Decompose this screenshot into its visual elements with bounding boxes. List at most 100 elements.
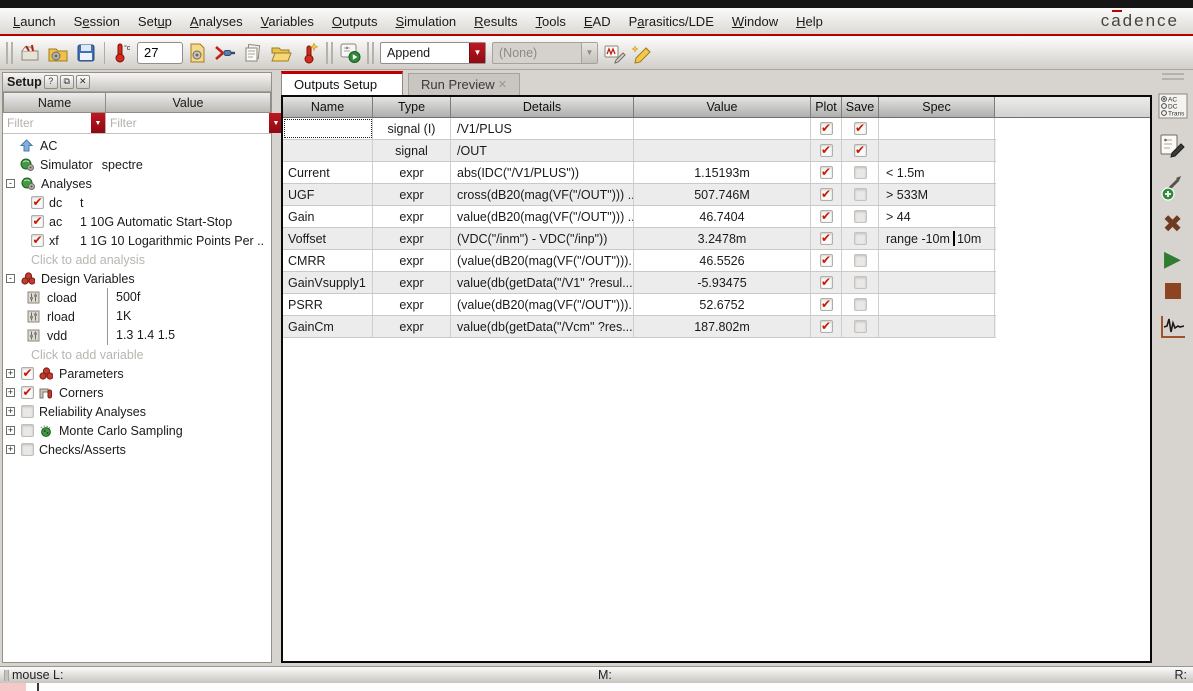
cell-value[interactable] — [634, 140, 811, 161]
name-filter-input[interactable] — [3, 113, 91, 133]
expander-plus-icon[interactable]: + — [6, 388, 15, 397]
save-checkbox[interactable] — [853, 188, 867, 201]
waveform-setup-icon[interactable] — [602, 40, 628, 66]
plot-checkbox[interactable] — [819, 232, 833, 245]
help-button[interactable]: ? — [43, 75, 58, 89]
output-row-current[interactable]: Currentexprabs(IDC("/V1/PLUS"))1.15193m <… — [283, 162, 996, 184]
cell-type[interactable]: signal — [373, 140, 451, 161]
cell-save[interactable] — [842, 294, 879, 315]
plot-outputs-icon[interactable] — [1158, 313, 1188, 341]
cell-name[interactable]: Gain — [283, 206, 373, 227]
cell-plot[interactable] — [811, 140, 842, 161]
expander-plus-icon[interactable]: + — [6, 445, 15, 454]
cell-save[interactable] — [842, 250, 879, 271]
plot-checkbox[interactable] — [819, 298, 833, 311]
cell-value[interactable]: 46.7404 — [634, 206, 811, 227]
tree-item-design-variables[interactable]: - Design Variables — [3, 269, 271, 288]
tree-item-click-to-add-analysis[interactable]: Click to add analysis — [3, 250, 271, 269]
cell-name[interactable] — [283, 140, 373, 161]
tree-checkbox[interactable] — [21, 443, 34, 456]
cell-plot[interactable] — [811, 316, 842, 337]
column-header-spec[interactable]: Spec — [879, 97, 995, 118]
setup-panel-titlebar[interactable]: Setup ? ⧉ ✕ — [3, 73, 271, 92]
tree-item-checks-asserts[interactable]: + Checks/Asserts — [3, 440, 271, 459]
menu-session[interactable]: Session — [65, 11, 129, 32]
edit-expression-icon[interactable] — [630, 40, 656, 66]
delete-icon[interactable]: ✖ — [1162, 213, 1182, 237]
cell-spec[interactable] — [879, 316, 995, 337]
output-row-gain[interactable]: Gain expr value(dB20(mag(VF("/OUT"))) ... 4… — [283, 206, 996, 228]
filter-dropdown-icon[interactable]: ▼ — [91, 113, 105, 133]
value-filter-input[interactable] — [106, 113, 269, 133]
cell-name[interactable]: Voffset — [283, 228, 373, 249]
toolstrip-grip[interactable] — [1161, 73, 1184, 80]
save-checkbox[interactable] — [853, 144, 867, 157]
menu-outputs[interactable]: Outputs — [323, 11, 387, 32]
cell-value[interactable]: -5.93475 — [634, 272, 811, 293]
plot-checkbox[interactable] — [819, 276, 833, 289]
cell-type[interactable]: expr — [373, 184, 451, 205]
tree-item-ac[interactable]: AC — [3, 136, 271, 155]
cell-type[interactable]: expr — [373, 162, 451, 183]
expander-plus-icon[interactable]: + — [6, 407, 15, 416]
tree-checkbox[interactable] — [21, 405, 34, 418]
output-row-gainvsupply1[interactable]: GainVsupply1 expr value(db(getData("/V1" ?… — [283, 272, 996, 294]
save-icon[interactable] — [73, 40, 99, 66]
cell-spec[interactable]: > 533M — [879, 184, 995, 205]
menu-launch[interactable]: Launch — [4, 11, 65, 32]
cell-save[interactable] — [842, 184, 879, 205]
save-checkbox[interactable] — [853, 210, 867, 223]
netlist-and-run-icon[interactable] — [337, 40, 363, 66]
menu-analyses[interactable]: Analyses — [181, 11, 252, 32]
toolbar-grip[interactable] — [367, 41, 374, 64]
save-checkbox[interactable] — [853, 320, 867, 333]
run-simulation-icon[interactable]: ▶ — [1164, 248, 1181, 270]
save-checkbox[interactable] — [853, 122, 867, 135]
expander-minus-icon[interactable]: - — [6, 274, 15, 283]
plot-checkbox[interactable] — [819, 122, 833, 135]
cell-name[interactable]: CMRR — [283, 250, 373, 271]
tree-checkbox[interactable] — [21, 367, 34, 380]
menu-window[interactable]: Window — [723, 11, 787, 32]
cell-spec[interactable]: < 1.5m — [879, 162, 995, 183]
cell-type[interactable]: expr — [373, 206, 451, 227]
column-header-type[interactable]: Type — [373, 97, 451, 118]
cell-value[interactable]: 507.746M — [634, 184, 811, 205]
chevron-down-icon[interactable]: ▼ — [469, 42, 485, 63]
output-row-cmrr[interactable]: CMRR expr (value(dB20(mag(VF("/OUT")))... 4… — [283, 250, 996, 272]
cell-details[interactable]: value(db(getData("/Vcm" ?res... — [451, 316, 634, 337]
cell-save[interactable] — [842, 140, 879, 161]
cell-value[interactable]: 187.802m — [634, 316, 811, 337]
cell-details[interactable]: /OUT — [451, 140, 634, 161]
cell-type[interactable]: expr — [373, 316, 451, 337]
cell-save[interactable] — [842, 228, 879, 249]
cell-value[interactable]: 52.6752 — [634, 294, 811, 315]
output-row-gaincm[interactable]: GainCm expr value(db(getData("/Vcm" ?res..… — [283, 316, 996, 338]
close-panel-button[interactable]: ✕ — [75, 75, 90, 89]
tree-item-xf[interactable]: xf 1 1G 10 Logarithmic Points Per .. — [3, 231, 271, 250]
cell-details[interactable]: (value(dB20(mag(VF("/OUT")))... — [451, 294, 634, 315]
menu-help[interactable]: Help — [787, 11, 832, 32]
cell-type[interactable]: signal (I) — [373, 118, 451, 139]
cell-name[interactable] — [283, 118, 373, 139]
cell-plot[interactable] — [811, 228, 842, 249]
probe-add-icon[interactable] — [1159, 173, 1187, 201]
column-header-value[interactable]: Value — [106, 92, 271, 113]
cell-details[interactable]: (VDC("/inm") - VDC("/inp")) — [451, 228, 634, 249]
plot-checkbox[interactable] — [819, 210, 833, 223]
output-row-signal-1[interactable]: signal/OUT — [283, 140, 996, 162]
plot-checkbox[interactable] — [819, 166, 833, 179]
open-setup-icon[interactable] — [17, 40, 43, 66]
cell-name[interactable]: GainVsupply1 — [283, 272, 373, 293]
cell-value[interactable]: 3.2478m — [634, 228, 811, 249]
tab-outputs-setup[interactable]: Outputs Setup — [281, 71, 403, 95]
expander-minus-icon[interactable]: - — [6, 179, 15, 188]
tree-item-cload[interactable]: cload 500f — [3, 288, 271, 307]
tree-checkbox[interactable] — [21, 424, 34, 437]
cell-plot[interactable] — [811, 184, 842, 205]
doc-settings-icon[interactable] — [184, 40, 210, 66]
menu-simulation[interactable]: Simulation — [386, 11, 465, 32]
output-row-signal-0[interactable]: signal (I)/V1/PLUS — [283, 118, 996, 140]
cell-spec[interactable]: range -10m 10m — [879, 228, 995, 249]
menu-results[interactable]: Results — [465, 11, 526, 32]
